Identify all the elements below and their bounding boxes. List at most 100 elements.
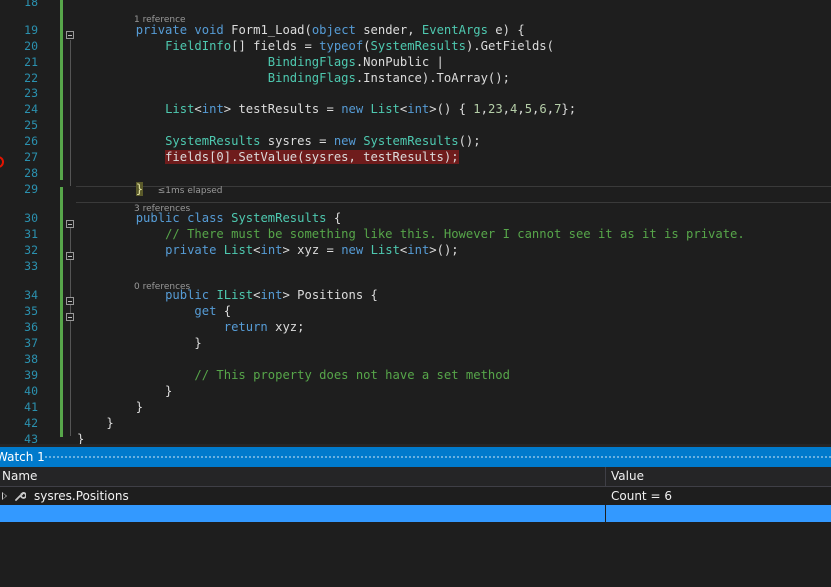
code-line[interactable]: 41 }: [0, 399, 831, 415]
code-line[interactable]: 35 get {: [0, 303, 831, 319]
code-line[interactable]: 40 }: [0, 383, 831, 399]
code-text[interactable]: }: [77, 431, 84, 444]
code-line[interactable]: 22 BindingFlags.Instance).ToArray();: [0, 70, 831, 86]
code-line[interactable]: 31 // There must be something like this.…: [0, 226, 831, 242]
code-line[interactable]: 27 fields[0].SetValue(sysres, testResult…: [0, 149, 831, 165]
code-line[interactable]: 38: [0, 351, 831, 367]
value-column-header[interactable]: Value: [611, 469, 644, 483]
code-text[interactable]: get {: [77, 303, 231, 319]
code-line[interactable]: 36 return xyz;: [0, 319, 831, 335]
line-number: 40: [24, 384, 38, 398]
watch-title-bar[interactable]: Watch 1: [0, 447, 831, 467]
code-token: }: [77, 336, 202, 350]
code-line[interactable]: 42 }: [0, 415, 831, 431]
code-token: // This property does not have a set met…: [194, 368, 510, 382]
code-text[interactable]: SystemResults sysres = new SystemResults…: [77, 133, 481, 149]
watch-row-name[interactable]: sysres.Positions: [34, 489, 129, 503]
code-line[interactable]: 33: [0, 258, 831, 274]
code-token: >();: [429, 243, 459, 257]
code-text[interactable]: }: [77, 335, 202, 351]
name-column-header[interactable]: Name: [2, 469, 37, 483]
code-token: int: [407, 102, 430, 116]
line-number: 24: [24, 102, 38, 116]
code-line[interactable]: 37 }: [0, 335, 831, 351]
line-number: 31: [24, 227, 38, 241]
code-line[interactable]: 32 private List<int> xyz = new List<int>…: [0, 242, 831, 258]
code-text[interactable]: // There must be something like this. Ho…: [77, 226, 745, 242]
code-line[interactable]: 26 SystemResults sysres = new SystemResu…: [0, 133, 831, 149]
code-token: // There must be something like this. Ho…: [165, 227, 745, 241]
code-line[interactable]: 43}: [0, 431, 831, 444]
code-token: ,: [480, 102, 488, 116]
code-token: int: [407, 243, 430, 257]
code-line[interactable]: 29 } ≤1ms elapsed: [0, 181, 831, 197]
codelens-references[interactable]: 1 reference: [134, 14, 186, 26]
code-token: xyz;: [267, 320, 305, 334]
code-line[interactable]: 23: [0, 85, 831, 101]
code-token: new: [333, 134, 356, 148]
codelens-references[interactable]: 3 references: [134, 203, 190, 215]
code-token: > xyz =: [282, 243, 342, 257]
code-token: .NonPublic |: [355, 55, 444, 69]
code-token: return: [223, 320, 268, 334]
line-number: 25: [24, 118, 38, 132]
code-line[interactable]: 39 // This property does not have a set …: [0, 367, 831, 383]
code-line[interactable]: 21 BindingFlags.NonPublic |: [0, 54, 831, 70]
codelens-references[interactable]: 0 references: [134, 281, 190, 293]
code-text[interactable]: return xyz;: [77, 319, 305, 335]
line-number: 37: [24, 336, 38, 350]
code-text[interactable]: List<int> testResults = new List<int>() …: [77, 101, 576, 117]
code-editor[interactable]: 18 19 private void Form1_Load(object send…: [0, 0, 831, 444]
code-text[interactable]: public IList<int> Positions {: [77, 287, 378, 303]
code-token: 23: [487, 102, 503, 116]
code-text[interactable]: public class SystemResults {: [77, 210, 341, 226]
code-line[interactable]: 18: [0, 0, 831, 10]
code-text[interactable]: private List<int> xyz = new List<int>();: [77, 242, 459, 258]
code-token: > Positions {: [282, 288, 378, 302]
code-token: void: [194, 23, 224, 37]
code-token: private: [165, 243, 217, 257]
code-line[interactable]: 24 List<int> testResults = new List<int>…: [0, 101, 831, 117]
code-text[interactable]: fields[0].SetValue(sysres, testResults);: [77, 149, 459, 165]
code-token: SystemResults: [370, 39, 466, 53]
code-token: >() {: [429, 102, 474, 116]
code-token: ).GetFields(: [465, 39, 554, 53]
watch-row[interactable]: sysres.Positions Count = 6: [0, 487, 831, 506]
code-text[interactable]: }: [77, 399, 143, 415]
code-text[interactable]: // This property does not have a set met…: [77, 367, 510, 383]
watch-new-item-row[interactable]: [0, 505, 831, 522]
code-line[interactable]: 28: [0, 165, 831, 181]
expand-arrow-icon[interactable]: [2, 492, 7, 500]
column-separator: [605, 505, 606, 522]
code-text[interactable]: } ≤1ms elapsed: [77, 181, 223, 199]
code-text[interactable]: }: [77, 415, 113, 431]
code-token: sysres =: [260, 134, 334, 148]
code-token: 5: [524, 102, 533, 116]
code-token: }: [77, 432, 85, 444]
code-line[interactable]: 20 FieldInfo[] fields = typeof(SystemRes…: [0, 38, 831, 54]
code-line[interactable]: 19 private void Form1_Load(object sender…: [0, 22, 831, 38]
wrench-icon: [15, 492, 26, 501]
code-token: };: [561, 102, 577, 116]
code-text[interactable]: FieldInfo[] fields = typeof(SystemResult…: [77, 38, 554, 54]
line-number: 27: [24, 150, 38, 164]
line-number: 29: [24, 182, 38, 196]
code-text[interactable]: }: [77, 383, 172, 399]
code-token: }: [77, 384, 173, 398]
code-line[interactable]: 34 public IList<int> Positions {: [0, 287, 831, 303]
code-token: List: [370, 243, 400, 257]
code-text[interactable]: BindingFlags.Instance).ToArray();: [77, 70, 510, 86]
line-number: 28: [24, 166, 38, 180]
code-text[interactable]: BindingFlags.NonPublic |: [77, 54, 444, 70]
code-line[interactable]: 30 public class SystemResults {: [0, 210, 831, 226]
code-token: int: [260, 243, 283, 257]
line-number: 23: [24, 86, 38, 100]
code-line[interactable]: 25: [0, 117, 831, 133]
watch-row-value[interactable]: Count = 6: [611, 489, 672, 503]
